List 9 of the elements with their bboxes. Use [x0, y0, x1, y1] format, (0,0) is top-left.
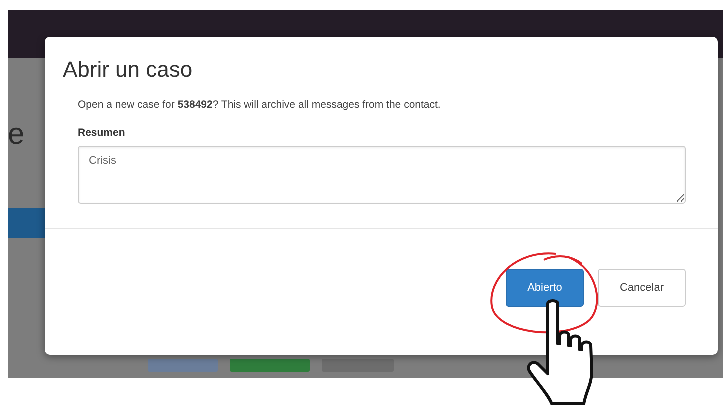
page-heading: e	[8, 120, 25, 150]
field-label: Resumen	[78, 127, 126, 139]
input-field[interactable]: Crisis	[78, 146, 686, 204]
dialog-title: Abrir un caso	[62, 56, 194, 83]
accent-bar	[8, 208, 45, 238]
dialog-message: Open a new case for 538492? This will archive all messages from the contact.	[78, 99, 441, 111]
open-button[interactable]: Abierto	[506, 269, 584, 307]
cancel-button[interactable]: Cancelar	[598, 269, 686, 307]
blurred-label	[322, 359, 394, 372]
